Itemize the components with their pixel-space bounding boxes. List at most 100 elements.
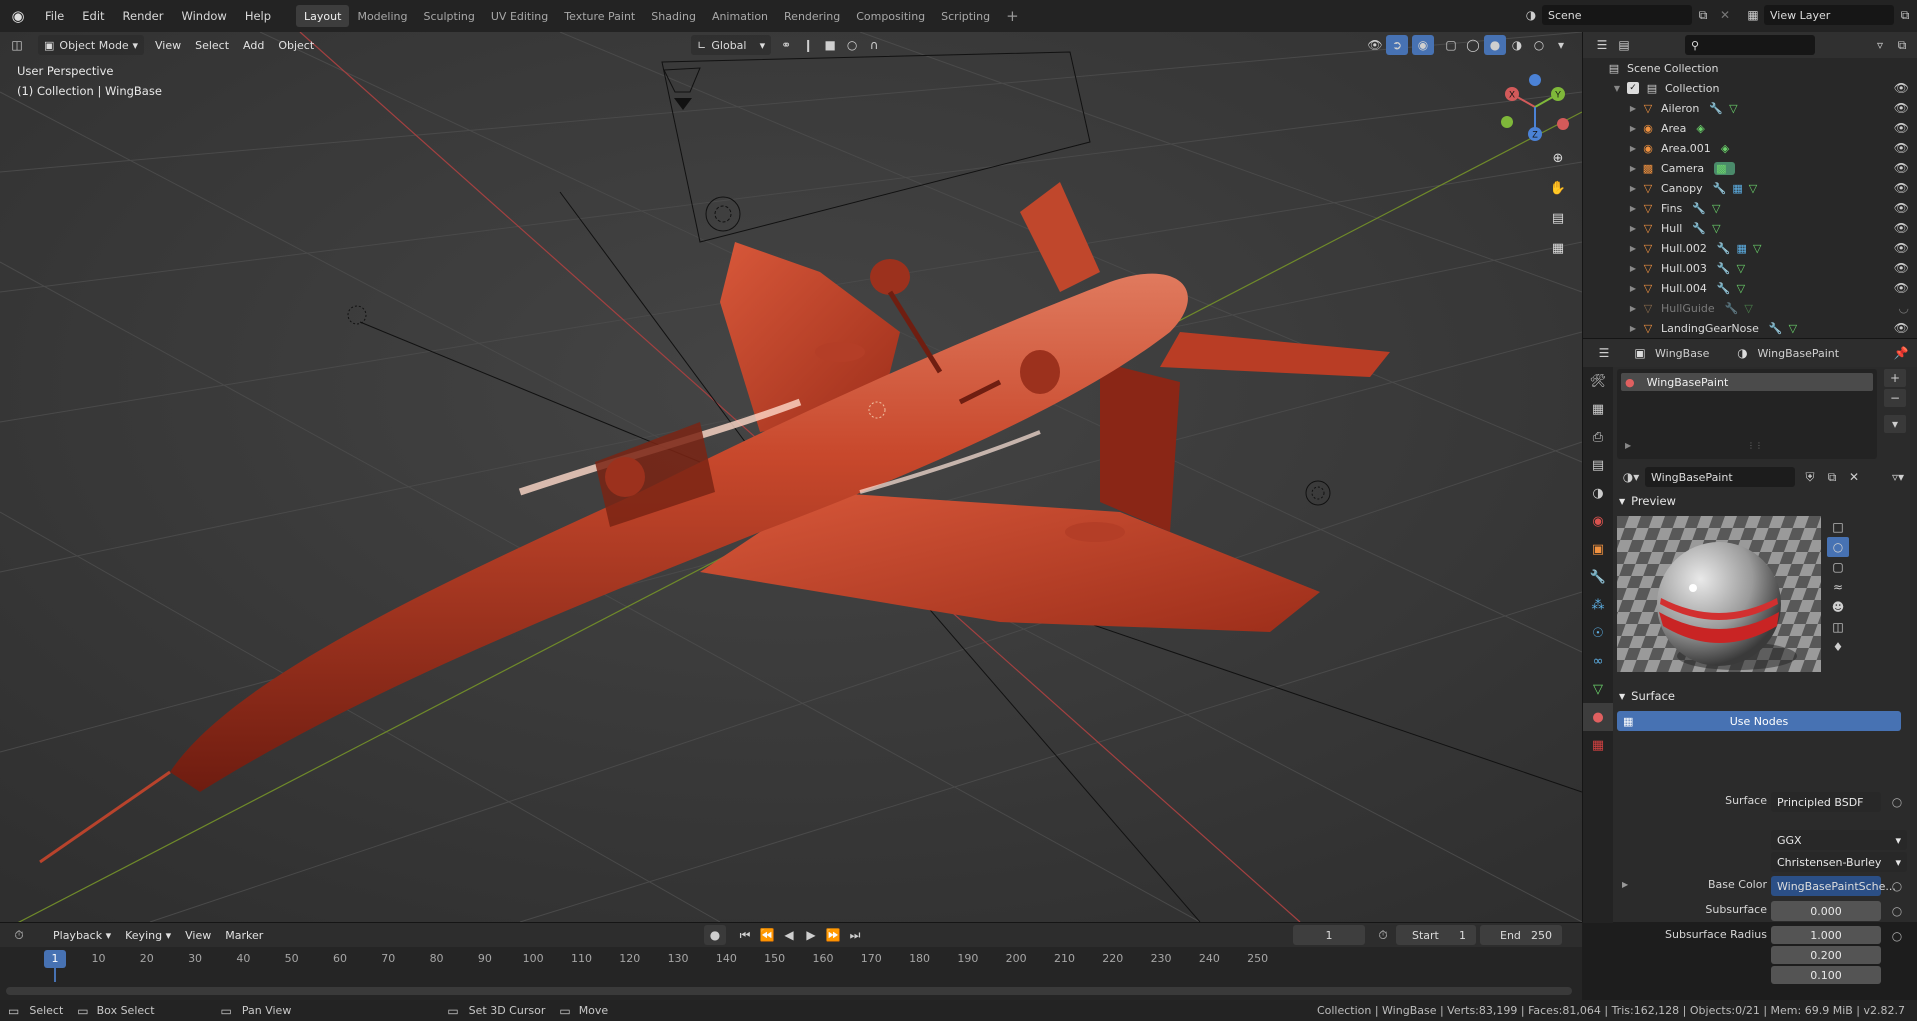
outliner-item-landinggearnose[interactable]: ▶ ▽ LandingGearNose 🔧▽ 👁: [1583, 318, 1917, 338]
new-scene-icon[interactable]: ⧉: [1692, 5, 1714, 25]
duplicate-material-icon[interactable]: ⧉: [1821, 467, 1843, 487]
pin-icon[interactable]: 📌: [1890, 343, 1912, 363]
preview-cube-icon[interactable]: ▢: [1827, 557, 1849, 577]
jump-end-icon[interactable]: ⏭: [844, 925, 866, 945]
node-filter-icon[interactable]: ▿▾: [1881, 467, 1915, 487]
material-tab-icon[interactable]: ●: [1583, 703, 1613, 731]
modifier-icons[interactable]: 🔧▽: [1725, 302, 1759, 315]
modifier-icons[interactable]: 🔧▽: [1717, 262, 1751, 275]
viewport-menu-add[interactable]: Add: [236, 39, 271, 52]
view-layer-field[interactable]: View Layer: [1764, 5, 1894, 25]
eye-icon[interactable]: 👁: [1894, 161, 1909, 175]
outliner-item-hull-003[interactable]: ▶ ▽ Hull.003 🔧▽ 👁: [1583, 258, 1917, 278]
expand-icon[interactable]: ▶: [1627, 264, 1639, 273]
modifier-icons[interactable]: 🔧▦▽: [1717, 242, 1768, 255]
subsurface-input[interactable]: 0.000: [1771, 901, 1881, 921]
wireframe-shading-icon[interactable]: ◯: [1462, 35, 1484, 55]
modifier-icons[interactable]: 🔧▽: [1692, 202, 1726, 215]
expand-icon[interactable]: ▶: [1627, 244, 1639, 253]
scene-icon[interactable]: ◑: [1520, 5, 1542, 25]
blender-logo-icon[interactable]: ◉: [0, 7, 36, 25]
solid-shading-icon[interactable]: ●: [1484, 35, 1506, 55]
expand-icon[interactable]: ▶: [1627, 324, 1639, 333]
menu-window[interactable]: Window: [172, 9, 235, 23]
eye-icon[interactable]: 👁: [1894, 241, 1909, 255]
modifier-icons[interactable]: 🔧▦▽: [1713, 182, 1764, 195]
expand-collection-icon[interactable]: ▼: [1611, 84, 1623, 93]
outliner-item-hullguide[interactable]: ▶ ▽ HullGuide 🔧▽ ◡: [1583, 298, 1917, 318]
breadcrumb-material[interactable]: WingBasePaint: [1757, 347, 1839, 360]
remove-slot-icon[interactable]: −: [1884, 389, 1906, 407]
preview-plane-icon[interactable]: □: [1827, 517, 1849, 537]
jump-start-icon[interactable]: ⏮: [734, 925, 756, 945]
pan-hand-icon[interactable]: ✋: [1546, 176, 1570, 200]
material-slot-list[interactable]: ● WingBasePaint ▶ ⋮⋮: [1617, 369, 1877, 459]
expand-icon[interactable]: ▶: [1627, 224, 1639, 233]
world-tab-icon[interactable]: ◉: [1583, 507, 1613, 535]
scene-tab-icon[interactable]: ◑: [1583, 479, 1613, 507]
node-link-icon[interactable]: ○: [1886, 901, 1908, 921]
workspace-tab-uv-editing[interactable]: UV Editing: [483, 5, 556, 27]
gizmo-toggle-icon[interactable]: ➲: [1386, 35, 1408, 55]
expand-icon[interactable]: ▶: [1627, 184, 1639, 193]
snap-icon[interactable]: ❙: [797, 35, 819, 55]
object-tab-icon[interactable]: ▣: [1583, 535, 1613, 563]
collection-checkbox[interactable]: ✓: [1627, 82, 1639, 94]
pivot-point-icon[interactable]: ⚭: [775, 35, 797, 55]
material-shading-icon[interactable]: ◑: [1506, 35, 1528, 55]
prev-keyframe-icon[interactable]: ⏪: [756, 925, 778, 945]
menu-file[interactable]: File: [36, 9, 73, 23]
workspace-tab-animation[interactable]: Animation: [704, 5, 776, 27]
browse-material-icon[interactable]: ◑▾: [1617, 467, 1645, 487]
particles-tab-icon[interactable]: ⁂: [1583, 591, 1613, 619]
constraints-tab-icon[interactable]: ∞: [1583, 647, 1613, 675]
surface-panel-header[interactable]: ▼ Surface: [1613, 685, 1675, 707]
ortho-grid-icon[interactable]: ▦: [1546, 236, 1570, 260]
outliner-item-hull[interactable]: ▶ ▽ Hull 🔧▽ 👁: [1583, 218, 1917, 238]
modifier-icons[interactable]: 🔧▽: [1769, 322, 1803, 335]
expand-list-icon[interactable]: ▶: [1625, 441, 1631, 450]
render-tab-icon[interactable]: ▦: [1583, 395, 1613, 423]
outliner-item-area-001[interactable]: ▶ ◉ Area.001 ◈ 👁: [1583, 138, 1917, 158]
workspace-tab-shading[interactable]: Shading: [643, 5, 704, 27]
eye-icon[interactable]: 👁: [1894, 121, 1909, 135]
editor-type-icon[interactable]: ◫: [6, 35, 28, 55]
distribution-dropdown[interactable]: GGX ▾: [1771, 830, 1907, 850]
xray-toggle-icon[interactable]: ▢: [1440, 35, 1462, 55]
node-link-icon[interactable]: ○: [1886, 876, 1908, 896]
frame-ruler[interactable]: 1 10 20 30 40 50 60 70 80 90 100 110 120 130 140 150 160…: [0, 949, 1582, 982]
workspace-tab-rendering[interactable]: Rendering: [776, 5, 848, 27]
preview-fluid-icon[interactable]: ♦: [1827, 637, 1849, 657]
workspace-tab-sculpting[interactable]: Sculpting: [416, 5, 483, 27]
material-slot-item[interactable]: ● WingBasePaint: [1621, 373, 1873, 391]
eye-icon[interactable]: 👁: [1894, 101, 1909, 115]
outliner-editor-icon[interactable]: ☰: [1591, 35, 1613, 55]
expand-icon[interactable]: ▶: [1627, 124, 1639, 133]
eye-closed-icon[interactable]: ◡: [1899, 301, 1909, 315]
expand-icon[interactable]: ▶: [1627, 284, 1639, 293]
eye-icon[interactable]: 👁: [1894, 321, 1909, 335]
collection-row[interactable]: ▼ ✓ ▤ Collection 👁: [1583, 78, 1917, 98]
object-mode-dropdown[interactable]: ▣ Object Mode ▾: [38, 35, 144, 55]
expand-icon[interactable]: ▶: [1627, 204, 1639, 213]
use-nodes-button[interactable]: ▦ Use Nodes: [1617, 711, 1901, 731]
preview-sphere-icon[interactable]: ○: [1827, 537, 1849, 557]
workspace-tab-texture-paint[interactable]: Texture Paint: [556, 5, 643, 27]
new-collection-icon[interactable]: ⧉: [1891, 35, 1913, 55]
object-data-tab-icon[interactable]: ▽: [1583, 675, 1613, 703]
breadcrumb-object[interactable]: WingBase: [1655, 347, 1709, 360]
zoom-icon[interactable]: ⊕: [1546, 146, 1570, 170]
resize-grip-icon[interactable]: ⋮⋮: [1747, 441, 1763, 450]
outliner-item-hull-002[interactable]: ▶ ▽ Hull.002 🔧▦▽ 👁: [1583, 238, 1917, 258]
fake-user-icon[interactable]: ⛨: [1799, 467, 1821, 487]
material-name-field[interactable]: WingBasePaint: [1645, 467, 1795, 487]
navigation-gizmo[interactable]: X Y Z: [1500, 72, 1570, 142]
play-reverse-icon[interactable]: ◀: [778, 925, 800, 945]
physics-tab-icon[interactable]: ☉: [1583, 619, 1613, 647]
base-color-input[interactable]: WingBasePaintSche...: [1771, 876, 1896, 896]
modifier-icons[interactable]: 🔧▽: [1709, 102, 1743, 115]
record-icon[interactable]: ●: [704, 925, 726, 945]
node-link-icon[interactable]: ○: [1886, 792, 1908, 812]
camera-data-icon[interactable]: ▩: [1714, 161, 1735, 175]
stopwatch-icon[interactable]: ⏱: [1372, 925, 1394, 945]
